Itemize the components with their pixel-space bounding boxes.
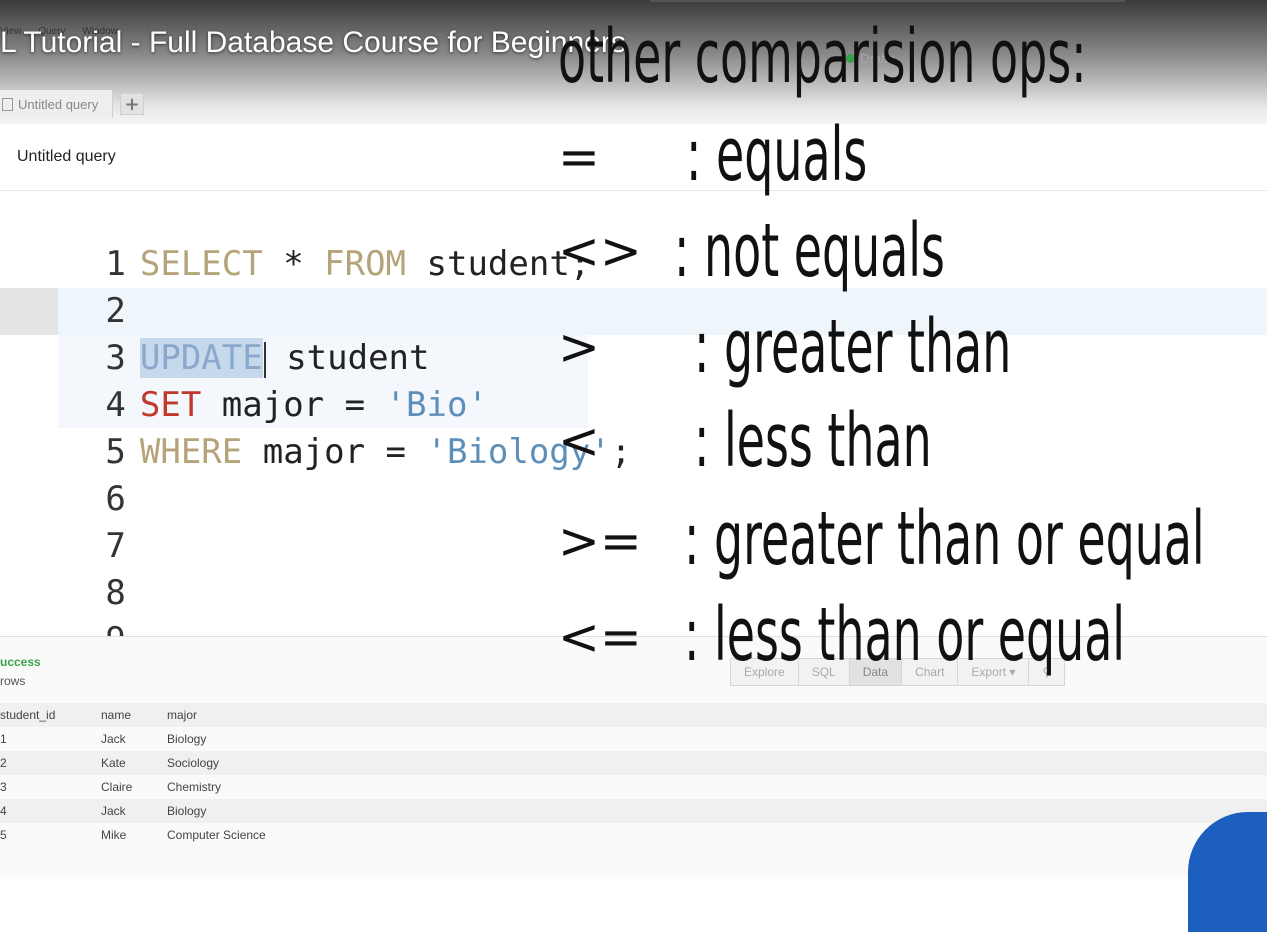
- query-status: uccess: [0, 655, 41, 669]
- table-cell: 4: [0, 804, 7, 818]
- code-line: 10: [0, 617, 140, 636]
- table-cell: Mike: [101, 828, 127, 842]
- operator-description: : less than: [694, 398, 932, 484]
- operator-symbol: <: [558, 412, 600, 470]
- query-header: [0, 124, 1267, 191]
- table-cell: 1: [0, 732, 7, 746]
- code-line: 2: [0, 241, 140, 331]
- table-cell: 2: [0, 756, 7, 770]
- operator-description: : greater than or equal: [684, 496, 1205, 582]
- table-cell: Jack: [101, 732, 126, 746]
- table-row[interactable]: 1 Jack Biology: [0, 727, 1267, 751]
- column-header[interactable]: major: [167, 703, 197, 727]
- code-line: 6: [0, 429, 140, 519]
- table-row[interactable]: 5 Mike Computer Science: [0, 823, 1267, 847]
- operator-symbol: <>: [558, 222, 642, 280]
- table-cell: Claire: [101, 780, 133, 794]
- document-icon: [2, 97, 13, 111]
- table-cell: 3: [0, 780, 7, 794]
- keyword: WHERE: [139, 432, 243, 472]
- operator-description: : equals: [686, 112, 868, 198]
- operator-description: : greater than: [694, 304, 1012, 390]
- keyword: SELECT: [139, 244, 263, 284]
- plus-icon: +: [124, 93, 140, 115]
- code-text: ;: [610, 432, 632, 472]
- keyword: FROM: [324, 244, 407, 284]
- operator-symbol: >=: [558, 512, 642, 570]
- add-tab-button[interactable]: +: [120, 93, 144, 115]
- operator-symbol: >: [558, 318, 600, 376]
- code-line: 7: [0, 476, 140, 566]
- rows-count: rows: [0, 674, 26, 688]
- query-title[interactable]: Untitled query: [17, 148, 116, 166]
- top-progress-bar: [650, 0, 1125, 2]
- code-line: 4 SET major = 'Bio': [0, 335, 488, 425]
- overlay-title: other comparision ops:: [558, 14, 1087, 100]
- column-header[interactable]: student_id: [0, 703, 55, 727]
- table-cell: Chemistry: [167, 780, 222, 794]
- code-line: 9: [0, 570, 140, 636]
- operator-description: : not equals: [674, 208, 945, 294]
- table-cell: Biology: [167, 804, 207, 818]
- code-text: *: [262, 244, 325, 284]
- column-header[interactable]: name: [101, 703, 131, 727]
- operator-description: : less than or equal: [684, 592, 1126, 678]
- table-cell: 5: [0, 828, 7, 842]
- results-table: student_id name major 1 Jack Biology 2 K…: [0, 703, 1267, 847]
- table-cell: Sociology: [167, 756, 220, 770]
- tab-label: Untitled query: [18, 96, 99, 112]
- code-line: 1 SELECT * FROM student;: [0, 194, 590, 284]
- code-text: major =: [242, 432, 427, 472]
- code-line: 3 UPDATE student: [0, 288, 429, 378]
- code-line: 5 WHERE major = 'Biology';: [0, 382, 631, 472]
- table-row[interactable]: 4 Jack Biology: [0, 799, 1267, 823]
- table-cell: Kate: [101, 756, 126, 770]
- table-header: student_id name major: [0, 703, 1267, 727]
- operator-symbol: <=: [558, 608, 642, 666]
- operator-symbol: =: [558, 128, 600, 186]
- table-row[interactable]: 2 Kate Sociology: [0, 751, 1267, 775]
- table-cell: Biology: [167, 732, 207, 746]
- video-title: L Tutorial - Full Database Course for Be…: [0, 26, 626, 59]
- table-cell: Jack: [101, 804, 126, 818]
- table-row[interactable]: 3 Claire Chemistry: [0, 775, 1267, 799]
- tab-untitled-query[interactable]: Untitled query: [0, 90, 113, 118]
- table-cell: Computer Science: [167, 828, 266, 842]
- code-line: 8: [0, 523, 140, 613]
